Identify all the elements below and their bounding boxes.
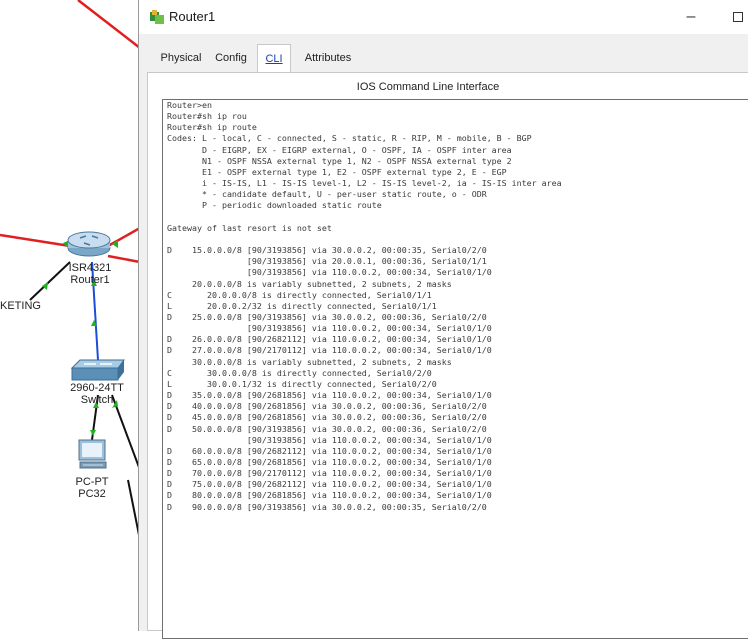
link-top-red[interactable] [77,0,140,49]
minimize-button[interactable]: – [681,7,701,27]
cli-line: Router>en [167,100,212,110]
router-window: Router1 – Physical Config CLI Attributes… [138,0,748,639]
tab-attributes[interactable]: Attributes [297,44,359,72]
cli-line: P - periodic downloaded static route [167,200,382,211]
cli-line: [90/3193856] via 110.0.0.2, 00:00:34, Se… [167,323,492,334]
cli-line: D 60.0.0.0/8 [90/2682112] via 110.0.0.2,… [167,445,492,456]
window-title: Router1 [169,9,216,24]
cli-line: C 20.0.0.0/8 is directly connected, Seri… [167,289,432,300]
cli-line: [90/3193856] via 20.0.0.1, 00:00:36, Ser… [167,256,487,267]
switch-label: 2960-24TT Switch [70,382,124,406]
cli-line: C 30.0.0.0/8 is directly connected, Seri… [167,367,432,378]
cli-line: 20.0.0.0/8 is variably subnetted, 2 subn… [167,278,452,289]
cli-line: D 25.0.0.0/8 [90/3193856] via 30.0.0.2, … [167,311,487,322]
cli-line: D 70.0.0.0/8 [90/2170112] via 110.0.0.2,… [167,468,492,479]
cli-line: Router#sh ip rou [167,111,247,122]
cli-line: 30.0.0.0/8 is variably subnetted, 2 subn… [167,356,452,367]
cli-line [167,234,748,245]
cli-line: D 26.0.0.0/8 [90/2682112] via 110.0.0.2,… [167,334,492,345]
cli-line: L 20.0.0.2/32 is directly connected, Ser… [167,300,437,311]
cli-line: Gateway of last resort is not set [167,222,332,233]
network-label: KETING [0,300,41,312]
cli-line: D - EIGRP, EX - EIGRP external, O - OSPF… [167,144,512,155]
maximize-button[interactable] [733,12,743,22]
cli-line: i - IS-IS, L1 - IS-IS level-1, L2 - IS-I… [167,178,562,189]
cli-panel: IOS Command Line Interface Router>en Rout… [147,72,748,639]
cli-line: D 45.0.0.0/8 [90/2681856] via 30.0.0.2, … [167,412,487,423]
title-bar[interactable]: Router1 – [139,0,748,34]
cli-console[interactable]: Router>en Router#sh ip rou Router#sh ip ro… [162,99,748,639]
cli-line: D 80.0.0.0/8 [90/2681856] via 110.0.0.2,… [167,490,492,501]
cli-output[interactable]: Router>en Router#sh ip rou Router#sh ip ro… [163,100,748,513]
cli-line: L 30.0.0.1/32 is directly connected, Ser… [167,378,437,389]
cli-line: Codes: L - local, C - connected, S - sta… [167,133,532,144]
topology-links [0,0,140,541]
cli-line [167,212,748,223]
link-left-red[interactable] [0,233,71,248]
panel-title: IOS Command Line Interface [356,81,500,93]
pc-icon[interactable] [78,439,107,469]
switch-icon[interactable] [70,359,125,381]
cli-line: D 75.0.0.0/8 [90/2682112] via 110.0.0.2,… [167,479,492,490]
cli-line: [90/3193856] via 110.0.0.2, 00:00:34, Se… [167,434,492,445]
tab-config[interactable]: Config [211,44,251,72]
topology-canvas[interactable]: ISR4321 Router1 KETING 2960-24TT Switch … [0,0,140,631]
cli-line: E1 - OSPF external type 1, E2 - OSPF ext… [167,166,507,177]
cli-line: D 50.0.0.0/8 [90/3193856] via 30.0.0.2, … [167,423,487,434]
packet-tracer-icon [150,10,164,24]
cli-line: D 40.0.0.0/8 [90/2681856] via 30.0.0.2, … [167,401,487,412]
cli-line: D 90.0.0.0/8 [90/3193856] via 30.0.0.2, … [167,501,487,512]
cli-line: Router#sh ip route [167,122,257,133]
link-right-red[interactable] [107,226,140,248]
cli-line: D 35.0.0.0/8 [90/2681856] via 110.0.0.2,… [167,390,492,401]
pc-label: PC-PT PC32 [75,476,109,500]
cli-line: D 65.0.0.0/8 [90/2681856] via 110.0.0.2,… [167,457,492,467]
tab-physical[interactable]: Physical [159,44,203,72]
cli-line: N1 - OSPF NSSA external type 1, N2 - OSP… [167,155,512,166]
cli-line: D 27.0.0.0/8 [90/2170112] via 110.0.0.2,… [167,345,492,356]
cli-line: * - candidate default, U - per-user stat… [167,189,487,200]
cli-line: D 15.0.0.0/8 [90/3193856] via 30.0.0.2, … [167,245,487,256]
tab-cli[interactable]: CLI [257,44,291,73]
router-label: ISR4321 Router1 [68,262,112,286]
router-icon[interactable] [67,231,111,257]
cli-line: [90/3193856] via 110.0.0.2, 00:00:34, Se… [167,267,492,278]
link-status-indicator [90,430,96,436]
